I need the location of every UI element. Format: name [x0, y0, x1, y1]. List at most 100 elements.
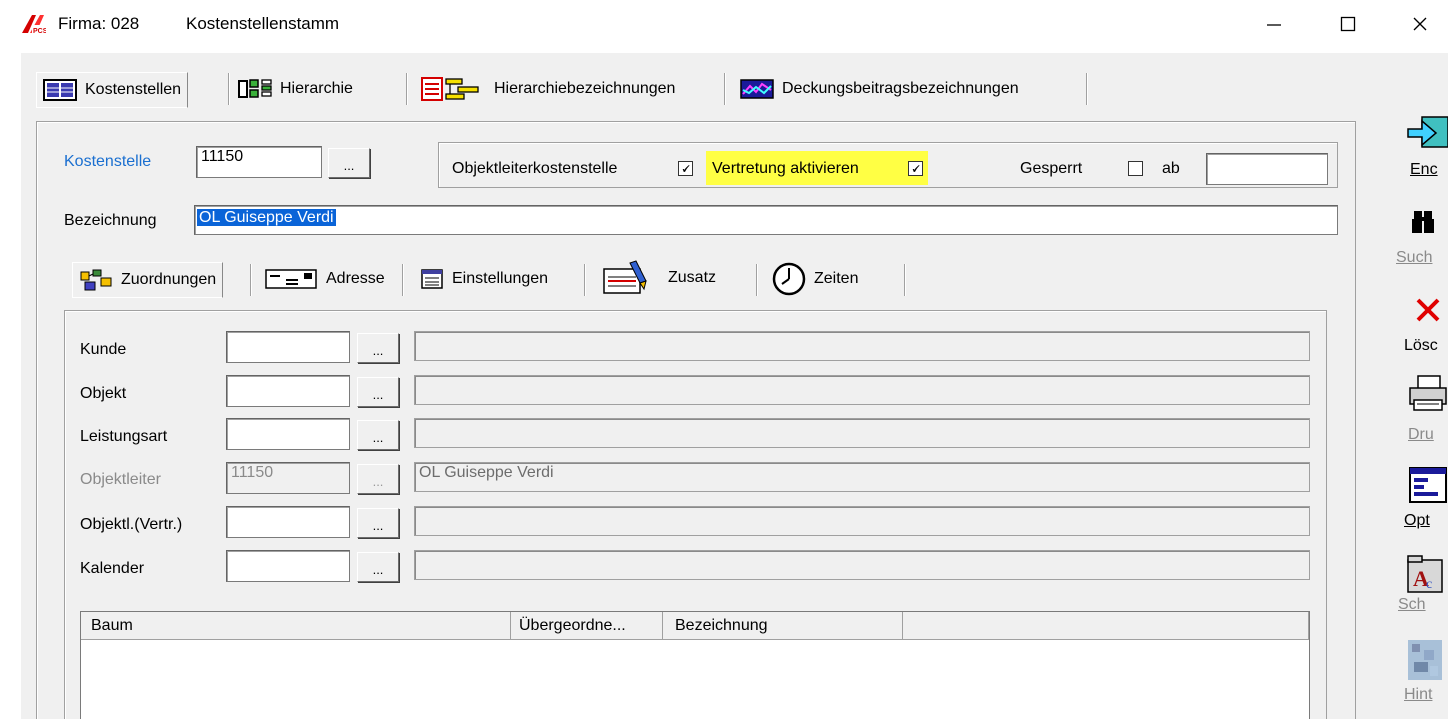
vertretung-checkbox[interactable]: 🗸 — [908, 161, 923, 176]
list-table-icon — [43, 79, 77, 101]
objektleiter-label: Objektleiterkostenstelle — [452, 160, 618, 177]
kalender-code-input[interactable] — [226, 550, 350, 582]
close-icon — [1413, 17, 1427, 31]
toolbar-print-button[interactable]: Dru — [1400, 370, 1448, 448]
tab-label: Deckungsbeitragsbezeichnungen — [782, 80, 1019, 97]
edit-document-icon — [603, 260, 647, 294]
kalender-label: Kalender — [80, 560, 145, 577]
hierarchy-labels-icon — [421, 77, 479, 101]
tab-hierarchie[interactable]: Hierarchie — [232, 72, 359, 106]
objekt-description-field — [414, 375, 1310, 405]
kostenstelle-input[interactable]: 11150 — [196, 146, 322, 178]
objekt-lookup-button[interactable]: ... — [357, 377, 399, 407]
address-card-icon — [265, 269, 317, 289]
leistungsart-lookup-button[interactable]: ... — [357, 420, 399, 450]
window-title-company: Firma: 028 — [58, 14, 140, 33]
toolbar-search-button[interactable]: Such — [1396, 205, 1448, 275]
subtab-adresse[interactable]: Adresse — [258, 262, 391, 296]
svg-text:PCS: PCS — [33, 28, 46, 35]
maximize-icon — [1340, 16, 1356, 32]
kunde-lookup-button[interactable]: ... — [357, 333, 399, 363]
tab-hierarchiebezeichnungen[interactable]: Hierarchiebezeichnungen — [414, 72, 681, 106]
chart-icon — [740, 79, 774, 99]
leistungsart-description-field — [414, 418, 1310, 448]
tab-kostenstellen[interactable]: Kostenstellen — [36, 72, 189, 108]
minimize-icon — [1267, 24, 1281, 26]
kalender-lookup-button[interactable]: ... — [357, 552, 399, 582]
tab-separator — [584, 264, 586, 296]
vertretung-label: Vertretung aktivieren — [712, 160, 859, 177]
kostenstelle-lookup-button[interactable]: ... — [328, 148, 370, 178]
close-button[interactable] — [1400, 6, 1440, 42]
clock-icon — [772, 262, 806, 296]
background-image-icon — [1408, 640, 1442, 680]
hierarchy-icon — [238, 79, 272, 98]
subtab-zeiten[interactable]: Zeiten — [766, 262, 864, 296]
kunde-description-field — [414, 331, 1310, 361]
objektl-vertr-label: Objektl.(Vertr.) — [80, 516, 183, 533]
toolbar-exit-button[interactable]: Enc — [1400, 115, 1448, 187]
objektl-vertr-description-field — [414, 506, 1310, 536]
objekt-label: Objekt — [80, 385, 127, 402]
toolbar-options-button[interactable]: Opt — [1400, 460, 1448, 540]
objektl-vertr-lookup-button[interactable]: ... — [357, 508, 399, 538]
bezeichnung-selected-text: OL Guiseppe Verdi — [197, 209, 336, 226]
toolbar-font-button[interactable]: A c Sch — [1398, 550, 1448, 624]
leistungsart-code-input[interactable] — [226, 418, 350, 450]
tab-separator — [228, 73, 230, 105]
objektleiter-code-input[interactable]: 11150 — [226, 462, 350, 494]
column-header-empty[interactable] — [903, 612, 1309, 640]
printer-icon — [1409, 375, 1447, 411]
bezeichnung-input[interactable]: OL Guiseppe Verdi — [194, 205, 1338, 235]
tab-label: Adresse — [326, 270, 385, 287]
tab-deckungsbeitragsbezeichnungen[interactable]: Deckungsbeitragsbezeichnungen — [734, 72, 1025, 106]
objektl-vertr-code-input[interactable] — [226, 506, 350, 538]
font-folder-icon: A c — [1407, 555, 1443, 593]
tab-label: Zuordnungen — [121, 271, 217, 288]
svg-text:c: c — [1426, 577, 1432, 592]
kostenstelle-label[interactable]: Kostenstelle — [64, 153, 151, 171]
ab-date-input[interactable] — [1206, 153, 1328, 185]
tab-label: Zeiten — [814, 270, 859, 287]
maximize-button[interactable] — [1328, 6, 1368, 42]
kunde-code-input[interactable] — [226, 331, 350, 363]
subtab-zusatz[interactable]: Zusatz — [594, 258, 722, 298]
toolbar-background-button[interactable]: Hint — [1400, 636, 1448, 719]
tab-separator — [406, 73, 408, 105]
delete-x-icon — [1416, 298, 1440, 322]
gesperrt-checkbox[interactable] — [1128, 161, 1143, 176]
binoculars-icon — [1412, 211, 1434, 233]
column-header-bezeichnung[interactable]: Bezeichnung — [663, 612, 903, 640]
tab-label: Einstellungen — [452, 270, 549, 287]
objektleiter-description-field: OL Guiseppe Verdi — [414, 462, 1310, 492]
assignments-icon — [80, 269, 112, 291]
column-header-baum[interactable]: Baum — [81, 612, 511, 640]
toolbar-delete-button[interactable]: Lösc — [1400, 290, 1448, 360]
objektleiter-field-label: Objektleiter — [80, 471, 161, 488]
column-header-uebergeordnet[interactable]: Übergeordne... — [511, 612, 663, 640]
objektleiter-checkbox[interactable]: 🗸 — [678, 161, 693, 176]
toolbar-label: Dru — [1408, 426, 1434, 443]
bezeichnung-label: Bezeichnung — [64, 212, 157, 229]
subtab-einstellungen[interactable]: Einstellungen — [414, 262, 554, 296]
tab-separator — [904, 264, 906, 296]
tab-label: Hierarchie — [280, 80, 353, 97]
tab-separator — [250, 264, 252, 296]
tab-separator — [756, 264, 758, 296]
tab-separator — [1086, 73, 1088, 105]
subtab-zuordnungen[interactable]: Zuordnungen — [72, 262, 224, 298]
window-title-module: Kostenstellenstamm — [186, 14, 340, 33]
minimize-button[interactable] — [1254, 6, 1294, 42]
ab-label: ab — [1162, 160, 1180, 177]
toolbar-label: Hint — [1404, 686, 1433, 703]
leistungsart-label: Leistungsart — [80, 428, 168, 445]
gesperrt-label: Gesperrt — [1020, 160, 1083, 177]
toolbar-label: Opt — [1404, 512, 1430, 529]
tree-list[interactable]: Baum Übergeordne... Bezeichnung — [80, 611, 1310, 719]
objekt-code-input[interactable] — [226, 375, 350, 407]
kunde-label: Kunde — [80, 341, 127, 358]
toolbar-label: Sch — [1398, 596, 1426, 613]
app-logo-icon: PCS — [22, 15, 46, 35]
objektleiter-lookup-button[interactable]: ... — [357, 464, 399, 494]
tab-label: Kostenstellen — [85, 81, 182, 98]
